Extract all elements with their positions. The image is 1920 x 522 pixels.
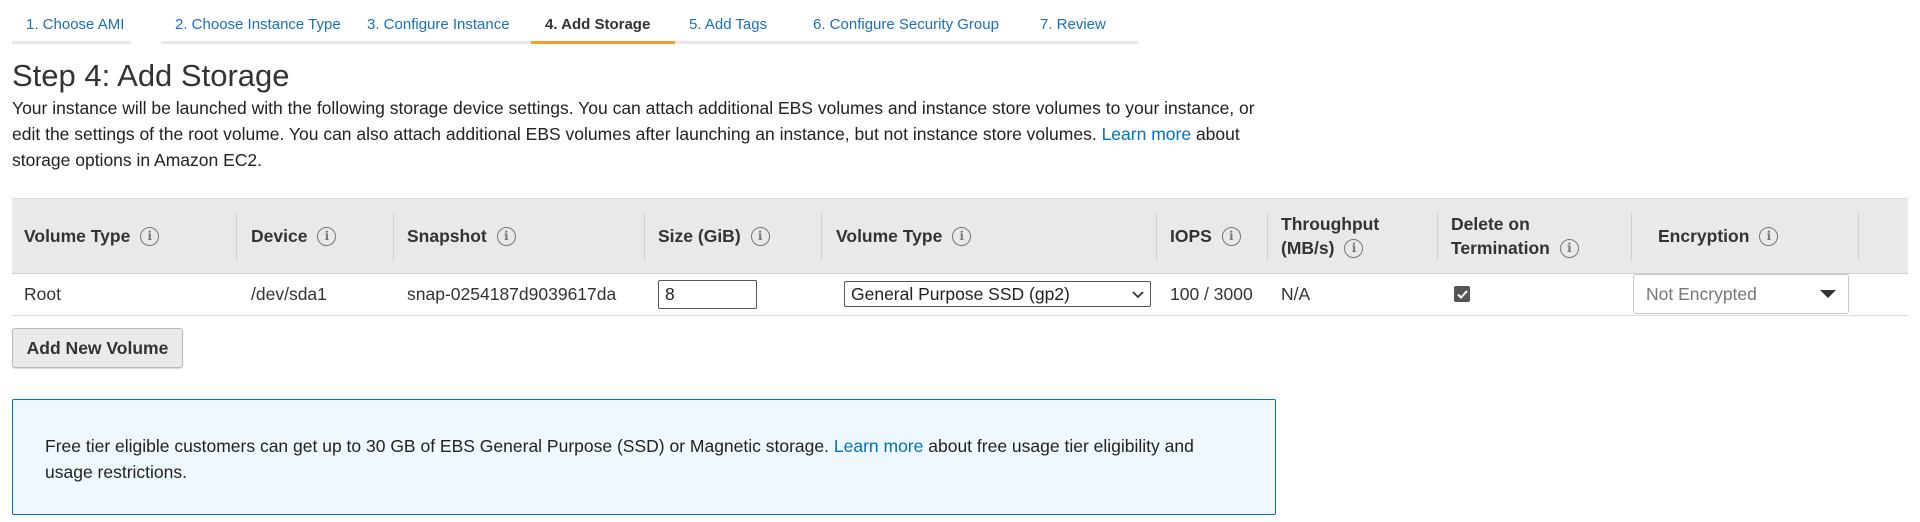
- info-icon[interactable]: i: [496, 226, 516, 246]
- column-divider: [393, 213, 394, 261]
- column-divider: [1437, 213, 1438, 261]
- volume-type-select-value: General Purpose SSD (gp2): [851, 283, 1070, 304]
- cell-size: [646, 273, 821, 315]
- tab-add-storage[interactable]: 4. Add Storage: [531, 10, 675, 44]
- column-divider: [1631, 213, 1632, 261]
- header-throughput-line1: Throughput: [1281, 214, 1380, 234]
- notice-learn-more-link[interactable]: Learn more: [834, 436, 924, 456]
- header-delete-line1: Delete on: [1451, 214, 1530, 234]
- header-device-label: Device: [251, 225, 308, 246]
- info-icon[interactable]: i: [1559, 238, 1579, 258]
- header-ebs-volume-type-label: Volume Type: [836, 225, 943, 246]
- header-volume-type: Volume Type i: [12, 199, 236, 273]
- tab-review[interactable]: 7. Review: [1026, 10, 1138, 44]
- header-encryption-label: Encryption: [1658, 225, 1750, 246]
- cell-snapshot: snap-0254187d9039617da: [407, 283, 617, 304]
- page-title: Step 4: Add Storage: [12, 58, 290, 93]
- tab-configure-security-group[interactable]: 6. Configure Security Group: [799, 10, 1026, 44]
- delete-on-termination-checkbox[interactable]: [1454, 286, 1470, 302]
- tab-add-tags[interactable]: 5. Add Tags: [675, 10, 799, 44]
- info-icon[interactable]: i: [317, 226, 337, 246]
- encryption-select-value: Not Encrypted: [1646, 283, 1757, 304]
- header-iops-label: IOPS: [1170, 225, 1212, 246]
- header-throughput-line2: (MB/s): [1281, 238, 1335, 258]
- tab-choose-ami[interactable]: 1. Choose AMI: [12, 10, 131, 44]
- cell-delete-on-termination: [1439, 273, 1631, 315]
- volume-type-select[interactable]: General Purpose SSD (gp2): [844, 281, 1151, 307]
- header-delete-on-termination: Delete on Termination i: [1439, 199, 1631, 273]
- info-icon[interactable]: i: [140, 226, 160, 246]
- column-divider: [644, 213, 645, 261]
- header-throughput-line2-wrap: (MB/s) i: [1281, 236, 1379, 260]
- tab-choose-instance-type[interactable]: 2. Choose Instance Type: [161, 10, 361, 44]
- description-text: Your instance will be launched with the …: [12, 98, 1255, 144]
- chevron-down-icon: [1132, 286, 1144, 302]
- header-delete-label: Delete on Termination i: [1451, 212, 1579, 260]
- header-throughput: Throughput (MB/s) i: [1269, 199, 1437, 273]
- tab-configure-instance[interactable]: 3. Configure Instance: [353, 10, 531, 44]
- header-throughput-label: Throughput (MB/s) i: [1281, 212, 1379, 260]
- table-row: Root /dev/sda1 snap-0254187d9039617da Ge…: [12, 273, 1908, 316]
- free-tier-notice: Free tier eligible customers can get up …: [12, 399, 1276, 515]
- page-description: Your instance will be launched with the …: [12, 95, 1272, 173]
- info-icon[interactable]: i: [952, 226, 972, 246]
- header-encryption: Encryption i: [1646, 199, 1858, 273]
- header-iops: IOPS i: [1158, 199, 1267, 273]
- add-new-volume-button[interactable]: Add New Volume: [12, 328, 183, 368]
- header-volume-type-label: Volume Type: [24, 225, 131, 246]
- learn-more-link[interactable]: Learn more: [1102, 124, 1192, 144]
- header-snapshot-label: Snapshot: [407, 225, 487, 246]
- header-device: Device i: [239, 199, 393, 273]
- header-size-label: Size (GiB): [658, 225, 741, 246]
- cell-device: /dev/sda1: [251, 283, 327, 304]
- checkmark-icon: [1456, 289, 1468, 299]
- column-divider: [821, 213, 822, 261]
- header-delete-line2: Termination: [1451, 238, 1550, 258]
- storage-table-header: Volume Type i Device i Snapshot i Size (…: [12, 198, 1908, 274]
- caret-down-icon: [1820, 290, 1836, 298]
- column-divider: [1858, 213, 1859, 261]
- info-icon[interactable]: i: [750, 226, 770, 246]
- notice-text: Free tier eligible customers can get up …: [45, 436, 829, 456]
- column-divider: [1156, 213, 1157, 261]
- cell-encryption: Not Encrypted: [1633, 273, 1858, 315]
- info-icon[interactable]: i: [1759, 226, 1779, 246]
- cell-iops: 100 / 3000: [1170, 283, 1253, 304]
- column-divider: [236, 213, 237, 261]
- encryption-select[interactable]: Not Encrypted: [1633, 274, 1849, 314]
- header-delete-line2-wrap: Termination i: [1451, 236, 1579, 260]
- header-size: Size (GiB) i: [646, 199, 821, 273]
- cell-ebs-volume-type: General Purpose SSD (gp2): [824, 273, 1156, 315]
- header-snapshot: Snapshot i: [395, 199, 644, 273]
- cell-volume-type: Root: [24, 283, 61, 304]
- info-icon[interactable]: i: [1344, 238, 1364, 258]
- info-icon[interactable]: i: [1221, 226, 1241, 246]
- cell-throughput: N/A: [1281, 283, 1311, 304]
- header-ebs-volume-type: Volume Type i: [824, 199, 1156, 273]
- column-divider: [1267, 213, 1268, 261]
- size-input[interactable]: [658, 279, 757, 309]
